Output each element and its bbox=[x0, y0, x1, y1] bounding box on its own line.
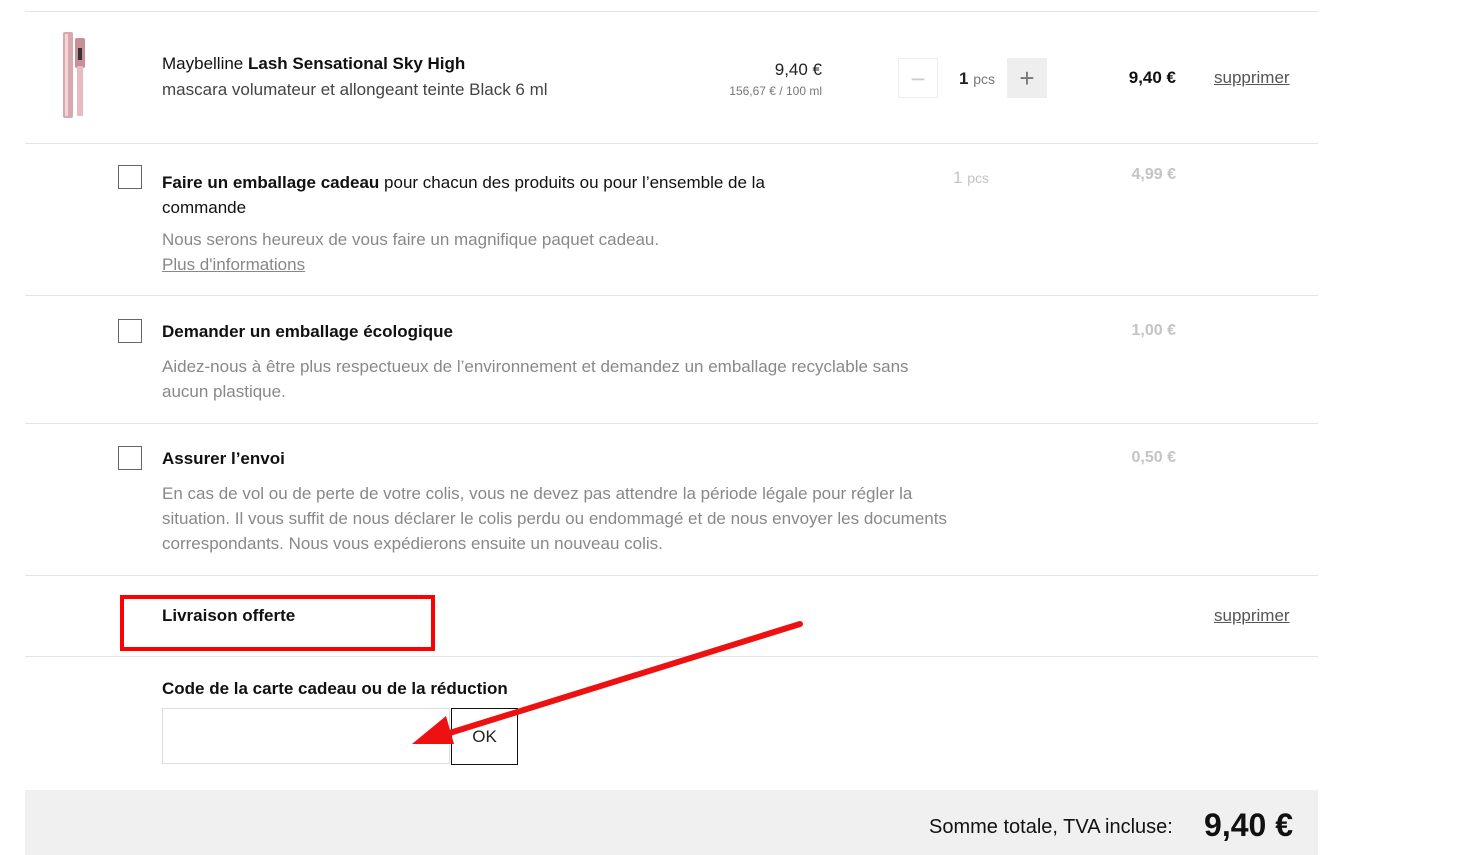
insurance-price: 0,50 € bbox=[1131, 449, 1176, 466]
total-label: Somme totale, TVA incluse: bbox=[929, 816, 1173, 838]
line-total: 9,40 € bbox=[1128, 68, 1176, 87]
divider-top bbox=[25, 11, 1318, 12]
insurance-desc-line2: situation. Il vous suffit de nous déclar… bbox=[162, 509, 947, 528]
mascara-image bbox=[63, 32, 85, 118]
insurance-title: Assurer l’envoi bbox=[162, 449, 285, 468]
gift-wrap-title: Faire un emballage cadeau pour chacun de… bbox=[162, 170, 802, 220]
quantity-unit: pcs bbox=[973, 71, 995, 87]
eco-packaging-description: Aidez-nous à être plus respectueux de l’… bbox=[162, 354, 909, 404]
gift-wrap-description: Nous serons heureux de vous faire un mag… bbox=[162, 230, 660, 249]
divider bbox=[25, 295, 1318, 296]
unit-price: 9,40 € bbox=[774, 60, 822, 79]
product-title[interactable]: Maybelline Lash Sensational Sky High bbox=[162, 54, 465, 74]
insurance-description: En cas de vol ou de perte de votre colis… bbox=[162, 481, 947, 556]
voucher-label: Code de la carte cadeau ou de la réducti… bbox=[162, 679, 508, 698]
eco-desc-line2: aucun plastique. bbox=[162, 382, 286, 401]
product-name: Lash Sensational Sky High bbox=[248, 54, 466, 73]
price-per-unit: 156,67 € / 100 ml bbox=[729, 84, 822, 98]
eco-packaging-title: Demander un emballage écologique bbox=[162, 322, 453, 341]
divider bbox=[25, 423, 1318, 424]
gift-wrap-more-info-link[interactable]: Plus d'informations bbox=[162, 252, 305, 277]
divider bbox=[25, 143, 1318, 144]
remove-product-link[interactable]: supprimer bbox=[1214, 68, 1290, 88]
gift-wrap-price: 4,99 € bbox=[1131, 166, 1176, 183]
voucher-code-input[interactable] bbox=[162, 708, 450, 764]
highlight-box bbox=[120, 595, 435, 651]
gift-wrap-title-line2: commande bbox=[162, 198, 247, 217]
voucher-ok-button[interactable]: OK bbox=[451, 708, 518, 765]
product-brand: Maybelline bbox=[162, 54, 244, 73]
gift-wrap-checkbox[interactable] bbox=[118, 165, 142, 189]
product-image[interactable] bbox=[55, 30, 95, 122]
insurance-desc-line1: En cas de vol ou de perte de votre colis… bbox=[162, 484, 913, 503]
quantity-value: 1 bbox=[959, 69, 969, 88]
quantity-decrease-button[interactable]: − bbox=[898, 58, 938, 98]
divider bbox=[25, 656, 1318, 657]
remove-shipping-link[interactable]: supprimer bbox=[1214, 606, 1290, 626]
total-bar: Somme totale, TVA incluse: 9,40 € bbox=[25, 790, 1318, 855]
gift-wrap-title-rest: pour chacun des produits ou pour l’ensem… bbox=[379, 173, 765, 192]
product-description: mascara volumateur et allongeant teinte … bbox=[162, 80, 548, 99]
gift-wrap-qty-unit: pcs bbox=[967, 170, 989, 186]
quantity-increase-button[interactable]: + bbox=[1007, 58, 1047, 98]
gift-wrap-title-bold: Faire un emballage cadeau bbox=[162, 173, 380, 192]
total-value: 9,40 € bbox=[1204, 807, 1293, 843]
insurance-desc-line3: correspondants. Nous vous expédierons en… bbox=[162, 534, 663, 553]
gift-wrap-quantity: 1 pcs bbox=[953, 168, 989, 188]
insurance-checkbox[interactable] bbox=[118, 446, 142, 470]
gift-wrap-qty-value: 1 bbox=[953, 168, 963, 187]
quantity-display: 1 pcs bbox=[959, 69, 995, 89]
eco-desc-line1: Aidez-nous à être plus respectueux de l’… bbox=[162, 357, 909, 376]
eco-packaging-checkbox[interactable] bbox=[118, 319, 142, 343]
eco-packaging-price: 1,00 € bbox=[1131, 322, 1176, 339]
divider bbox=[25, 575, 1318, 576]
